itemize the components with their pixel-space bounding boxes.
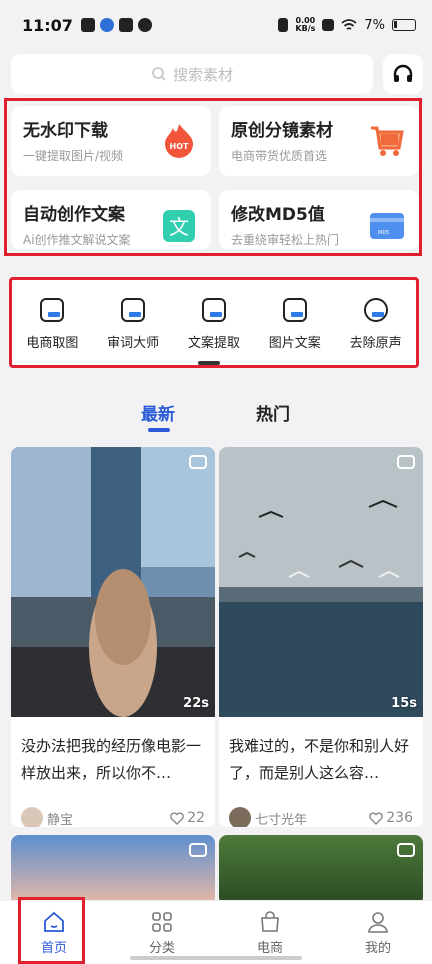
user-icon [368,912,388,933]
post-author[interactable]: 静宝 [47,809,73,828]
hot-badge-text: HOT [170,142,189,151]
search-placeholder: 搜索素材 [172,65,233,84]
vibrate-icon [278,18,289,32]
post-thumbnail[interactable] [219,835,423,905]
audit-icon [121,298,146,322]
home-highlight-box [18,897,85,964]
tool-label: 文案提取 [187,336,240,351]
like-count: 236 [386,810,413,826]
post-image-seagulls-sea [219,447,423,717]
bluetooth-icon [322,19,335,31]
wen-badge-text: 文 [169,215,189,239]
feed-post-1[interactable]: 22s 没办法把我的经历像电影一样放出来，所以你不… 静宝 22 [11,447,215,827]
video-icon [397,843,415,857]
customer-service-button[interactable] [383,54,423,94]
nav-mine-label: 我的 [364,941,391,956]
avatar[interactable] [229,807,251,827]
tool-text-extract[interactable]: 文案提取 [174,298,254,351]
feed-tabs: 最新 热门 [0,396,432,436]
post-image-girl-window [11,447,215,717]
post-thumbnail[interactable]: 15s [219,447,423,717]
link-icon [137,18,152,32]
nav-shop[interactable]: 电商 [216,901,324,964]
mute-icon [363,298,388,322]
notification-icons [80,18,152,32]
message-icon [118,18,133,32]
tool-label: 去除原声 [349,336,402,351]
card-md5-icon: MD5 [370,213,404,239]
image-frame-icon [40,298,65,322]
battery-percent: 7% [364,17,385,33]
system-home-indicator[interactable] [130,956,302,960]
wifi-icon [341,19,357,30]
status-bar: 11:07 0.00 KB/s 7% [0,0,432,50]
shopping-bag-icon [261,911,279,932]
feed-post-2[interactable]: 15s 我难过的，不是你和别人好了，而是别人这么容… 七寸光年 236 [219,447,423,827]
tools-row: 电商取图 审词大师 文案提取 图片文案 去除原声 [9,277,419,368]
post-caption: 我难过的，不是你和别人好了，而是别人这么容… [229,737,410,782]
heart-icon [369,811,384,825]
post-meta: 静宝 22 [11,803,215,827]
search-bar[interactable]: 搜索素材 [11,54,373,94]
tab-hot[interactable]: 热门 [256,400,290,425]
feature-card-auto-copywriting[interactable]: 自动创作文案 Ai创作推文解说文案 文 [11,190,211,250]
network-speed: 0.00 KB/s [295,17,315,33]
feature-card-original-storyboard[interactable]: 原创分镜素材 电商带货优质首选 [219,106,419,176]
nav-shop-label: 电商 [256,941,283,956]
video-icon [189,455,207,469]
like-button[interactable]: 236 [369,810,413,826]
tool-picture-text[interactable]: 图片文案 [255,298,335,351]
feature-card-no-watermark[interactable]: 无水印下载 一键提取图片/视频 HOT [11,106,211,176]
tools-scroll-indicator [198,361,220,365]
nav-category[interactable]: 分类 [108,901,216,964]
tab-latest[interactable]: 最新 [141,400,175,425]
hot-fire-icon: HOT [165,124,193,158]
nav-category-label: 分类 [148,941,175,956]
post-author[interactable]: 七寸光年 [255,809,307,828]
status-time: 11:07 [22,15,73,35]
picture-icon [282,298,307,322]
search-icon [152,67,166,81]
tiktok-icon [80,18,95,32]
battery-icon [392,19,416,31]
tool-remove-audio[interactable]: 去除原声 [336,298,416,351]
network-speed-unit: KB/s [295,24,316,33]
tool-label: 图片文案 [268,336,321,351]
post-meta: 七寸光年 236 [219,803,423,827]
tool-ecommerce-image[interactable]: 电商取图 [12,298,92,351]
post-thumbnail[interactable] [11,835,215,905]
feed-post-4[interactable] [219,835,423,905]
md5-badge-text: MD5 [378,230,389,236]
nav-mine[interactable]: 我的 [324,901,432,964]
post-caption: 没办法把我的经历像电影一样放出来，所以你不… [21,737,202,782]
like-count: 22 [187,810,205,826]
shopping-cart-icon [371,126,404,156]
headset-icon [393,64,413,82]
like-button[interactable]: 22 [170,810,205,826]
tool-label: 审词大师 [107,336,160,351]
tab-underline [148,428,170,432]
video-duration: 15s [391,696,417,711]
avatar[interactable] [21,807,43,827]
app-icon [99,18,114,32]
grid-icon [152,912,172,932]
text-wen-icon: 文 [163,210,195,242]
video-duration: 22s [183,696,209,711]
post-thumbnail[interactable]: 22s [11,447,215,717]
text-extract-icon [201,298,226,322]
feed-post-3[interactable] [11,835,215,905]
tool-label: 电商取图 [26,336,79,351]
video-icon [397,455,415,469]
heart-icon [170,811,184,825]
feature-card-modify-md5[interactable]: 修改MD5值 去重绕审轻松上热门 MD5 [219,190,419,250]
video-icon [189,843,207,857]
tool-word-audit[interactable]: 审词大师 [93,298,173,351]
